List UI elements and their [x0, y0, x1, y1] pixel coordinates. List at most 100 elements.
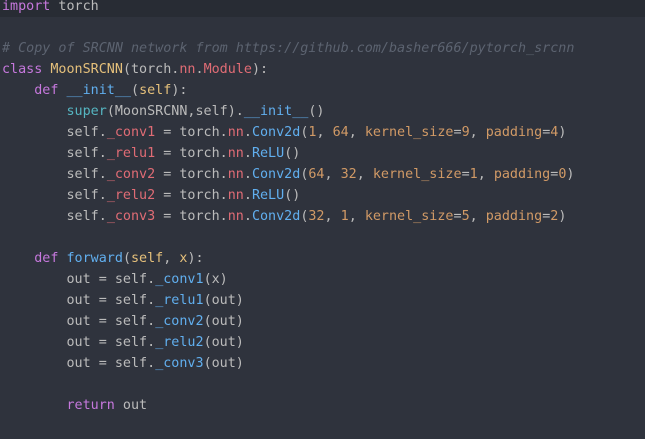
code-token: .: [243, 146, 252, 161]
code-token: # Copy of SRCNN network from https://git…: [2, 41, 575, 56]
code-token: Conv2d: [251, 167, 301, 182]
code-token: (x): [203, 272, 228, 287]
code-token: (out): [203, 356, 244, 371]
code-token: .: [243, 125, 252, 140]
code-token: out = self.: [2, 272, 156, 287]
code-token: 1: [340, 209, 349, 224]
code-token: torch: [50, 0, 99, 14]
code-token: kernel_size: [372, 167, 462, 182]
code-token: kernel_size: [364, 125, 454, 140]
code-token: Conv2d: [251, 125, 301, 140]
code-token: (torch.: [122, 62, 180, 77]
code-line[interactable]: self._relu1 = torch.nn.ReLU(): [2, 143, 300, 164]
code-token: nn: [179, 62, 196, 77]
code-token: padding: [493, 167, 551, 182]
code-token: ,: [324, 209, 341, 224]
code-token: _relu2: [155, 335, 204, 350]
code-token: (): [308, 104, 325, 119]
code-token: ):: [187, 251, 204, 266]
code-token: self: [131, 251, 164, 266]
code-token: nn: [227, 188, 244, 203]
code-token: def: [34, 83, 59, 98]
code-token: __init__: [243, 104, 309, 119]
code-line[interactable]: out = self._relu1(out): [2, 290, 243, 311]
code-token: (MoonSRCNN,self).: [106, 104, 244, 119]
code-line[interactable]: out = self._conv1(x): [2, 269, 228, 290]
code-token: kernel_size: [364, 209, 454, 224]
code-token: =: [461, 167, 470, 182]
code-line[interactable]: self._conv1 = torch.nn.Conv2d(1, 64, ker…: [2, 122, 566, 143]
code-token: return: [66, 398, 115, 413]
code-token: nn: [227, 146, 244, 161]
code-token: self.: [2, 125, 107, 140]
code-token: ReLU: [251, 188, 285, 203]
code-editor[interactable]: import torch # Copy of SRCNN network from…: [0, 0, 645, 439]
code-token: .: [243, 209, 252, 224]
code-token: _conv2: [155, 314, 204, 329]
code-line[interactable]: def __init__(self):: [2, 80, 187, 101]
code-token: nn: [227, 167, 244, 182]
code-token: .: [243, 188, 252, 203]
code-token: =: [453, 209, 462, 224]
code-token: self.: [2, 188, 107, 203]
code-token: _relu1: [155, 293, 204, 308]
code-token: 64: [332, 125, 349, 140]
code-token: _conv2: [106, 167, 156, 182]
code-token: super: [66, 104, 107, 119]
code-token: MoonSRCNN: [50, 62, 123, 77]
code-token: ): [558, 209, 567, 224]
code-token: ,: [477, 167, 494, 182]
code-token: 9: [461, 125, 470, 140]
code-token: = torch.: [155, 188, 228, 203]
code-line[interactable]: return out: [2, 395, 148, 416]
code-token: (): [284, 146, 301, 161]
code-token: nn: [227, 125, 244, 140]
code-token: = torch.: [155, 209, 228, 224]
code-token: _relu1: [106, 146, 156, 161]
code-token: out = self.: [2, 335, 156, 350]
code-token: __init__: [66, 83, 132, 98]
code-token: 32: [308, 209, 325, 224]
code-token: ,: [348, 125, 365, 140]
code-line[interactable]: self._conv2 = torch.nn.Conv2d(64, 32, ke…: [2, 164, 574, 185]
code-token: (: [131, 83, 140, 98]
code-line[interactable]: super(MoonSRCNN,self).__init__(): [2, 101, 325, 122]
code-line[interactable]: import torch: [0, 0, 645, 17]
code-token: .: [195, 62, 204, 77]
code-token: padding: [485, 125, 543, 140]
code-token: out = self.: [2, 356, 156, 371]
code-token: ReLU: [251, 146, 285, 161]
code-token: _relu2: [106, 188, 156, 203]
code-token: self.: [2, 209, 107, 224]
code-token: = torch.: [155, 167, 228, 182]
code-token: ,: [469, 209, 486, 224]
code-token: out = self.: [2, 314, 156, 329]
code-token: Module: [203, 62, 252, 77]
code-token: out: [114, 398, 148, 413]
code-line[interactable]: self._conv3 = torch.nn.Conv2d(32, 1, ker…: [2, 206, 566, 227]
code-line[interactable]: class MoonSRCNN(torch.nn.Module):: [2, 59, 268, 80]
code-token: class: [2, 62, 43, 77]
code-token: ,: [163, 251, 180, 266]
code-line[interactable]: out = self._relu2(out): [2, 332, 244, 353]
code-line[interactable]: # Copy of SRCNN network from https://git…: [2, 38, 574, 59]
code-token: ,: [348, 209, 365, 224]
code-token: = torch.: [155, 125, 228, 140]
code-token: (out): [203, 335, 244, 350]
code-line[interactable]: out = self._conv3(out): [2, 353, 244, 374]
code-token: =: [453, 125, 462, 140]
code-token: _conv1: [155, 272, 204, 287]
code-line[interactable]: def forward(self, x):: [2, 248, 204, 269]
code-token: (): [284, 188, 301, 203]
code-token: self.: [2, 146, 107, 161]
code-token: Conv2d: [251, 209, 301, 224]
code-line[interactable]: out = self._conv2(out): [2, 311, 243, 332]
code-token: ,: [316, 125, 333, 140]
code-token: self.: [2, 167, 107, 182]
code-line[interactable]: self._relu2 = torch.nn.ReLU(): [2, 185, 300, 206]
